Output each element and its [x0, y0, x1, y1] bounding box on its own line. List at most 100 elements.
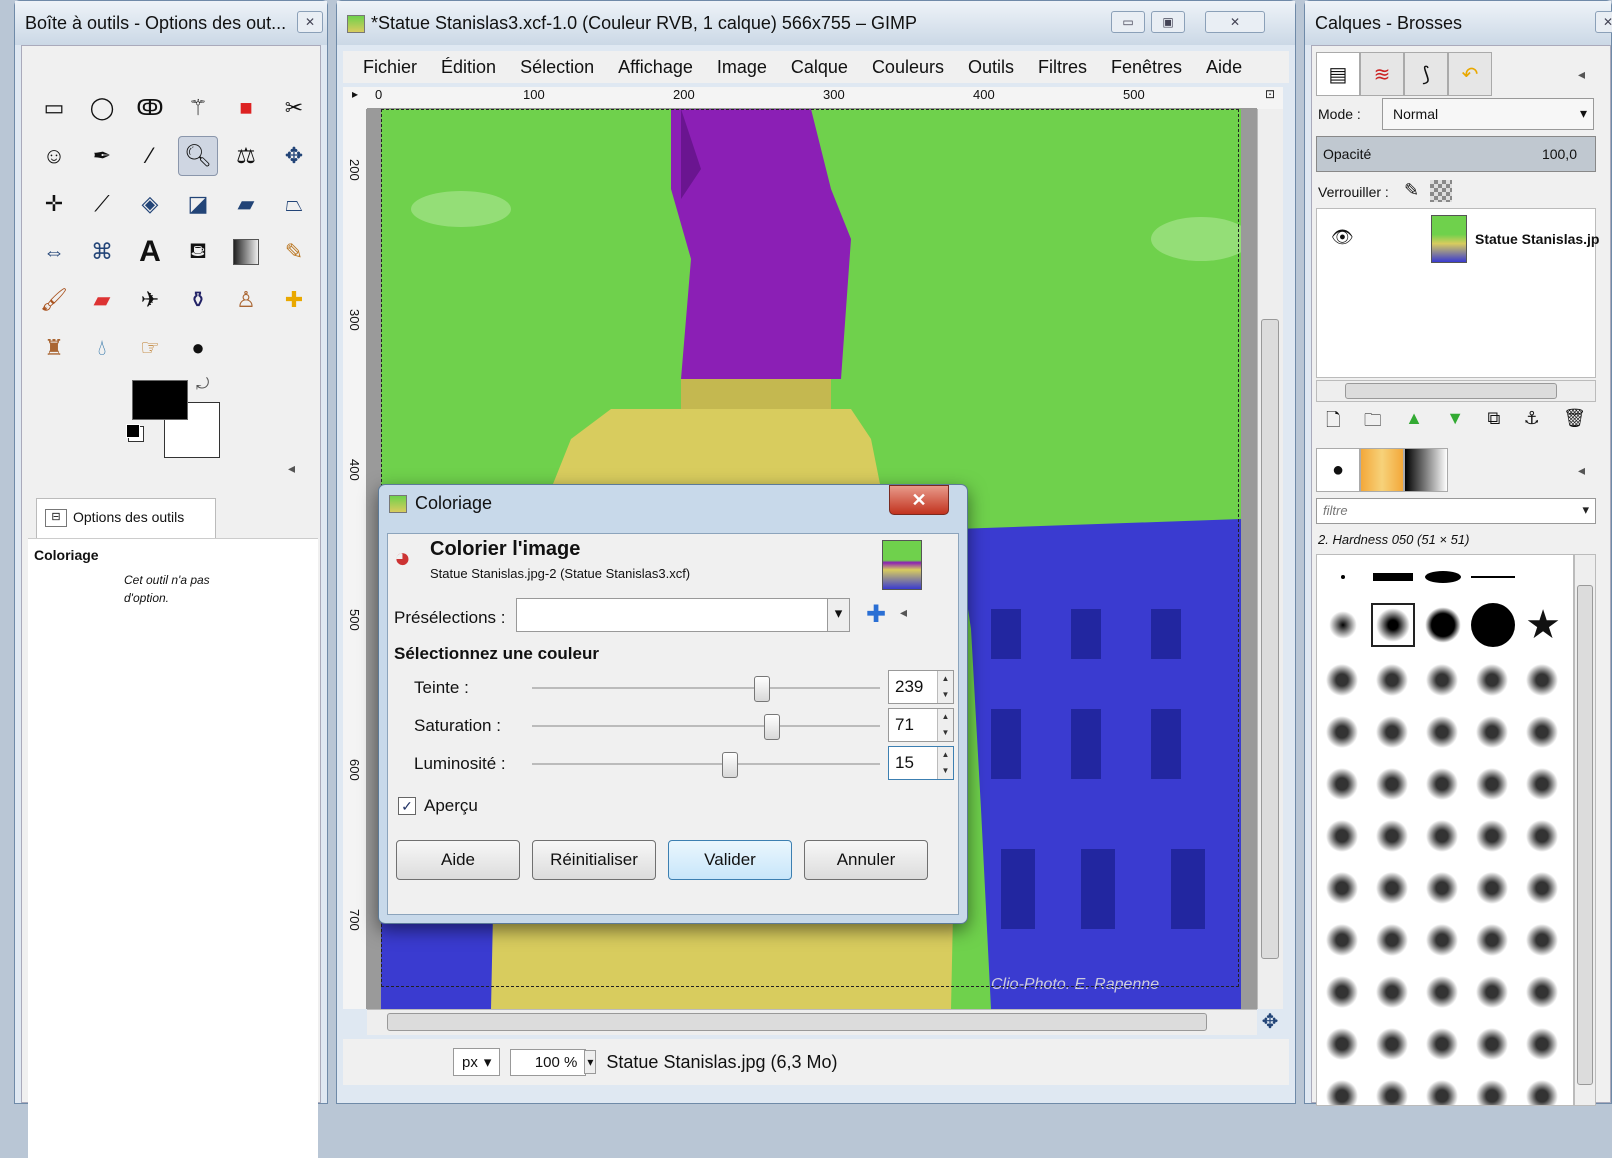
- navigate-icon[interactable]: ✥: [1257, 1009, 1283, 1035]
- paths-tab-icon[interactable]: ⟆: [1404, 52, 1448, 96]
- zoom-selector[interactable]: 100 %: [510, 1048, 587, 1076]
- dialog-close-icon[interactable]: ✕: [889, 485, 949, 515]
- channels-tab-icon[interactable]: ≋: [1360, 52, 1404, 96]
- brush-item[interactable]: [1321, 603, 1365, 647]
- layer-row[interactable]: 👁︎ Statue Stanislas.jp: [1317, 209, 1599, 269]
- menu-outils[interactable]: Outils: [956, 55, 1026, 83]
- opacity-slider[interactable]: Opacité 100,0: [1316, 136, 1596, 172]
- color-select-icon[interactable]: ■: [226, 88, 266, 128]
- star-brush-icon[interactable]: ★: [1521, 603, 1565, 647]
- maximize-icon[interactable]: ▣: [1151, 11, 1185, 33]
- align-icon[interactable]: ✛: [34, 184, 74, 224]
- blend-icon[interactable]: [226, 232, 266, 272]
- hue-slider-thumb[interactable]: [753, 676, 770, 702]
- lightness-slider-track[interactable]: [532, 763, 880, 765]
- fuzzy-select-icon[interactable]: ⚚: [178, 88, 218, 128]
- lock-pixels-icon[interactable]: ✎: [1404, 180, 1419, 201]
- cage-icon[interactable]: ⌘: [82, 232, 122, 272]
- menu-couleurs[interactable]: Couleurs: [860, 55, 956, 83]
- saturation-slider-thumb[interactable]: [764, 714, 781, 740]
- undo-history-tab-icon[interactable]: ↶: [1448, 52, 1492, 96]
- free-select-icon[interactable]: ↂ: [130, 88, 170, 128]
- menu-selection[interactable]: Sélection: [508, 55, 606, 83]
- menu-affichage[interactable]: Affichage: [606, 55, 705, 83]
- mode-dropdown[interactable]: Normal ▾: [1382, 98, 1594, 130]
- preview-checkbox[interactable]: ✓: [398, 797, 416, 815]
- menu-fichier[interactable]: Fichier: [351, 55, 429, 83]
- brush-texture-grid[interactable]: [1317, 655, 1573, 1105]
- spin-arrows-icon[interactable]: ▲ ▼: [937, 747, 953, 779]
- rect-select-icon[interactable]: ▭: [34, 88, 74, 128]
- brush-item-selected[interactable]: [1371, 603, 1415, 647]
- brush-item[interactable]: [1371, 555, 1415, 599]
- horizontal-scroll-thumb[interactable]: [387, 1013, 1207, 1031]
- rotate-icon[interactable]: ◈: [130, 184, 170, 224]
- horizontal-scrollbar[interactable]: [367, 1009, 1257, 1035]
- configure-layers-tab-icon[interactable]: ◂: [1578, 66, 1585, 83]
- lightness-slider-thumb[interactable]: [722, 752, 739, 778]
- menu-aide[interactable]: Aide: [1194, 55, 1254, 83]
- swap-colors-icon[interactable]: ⤾: [196, 376, 209, 394]
- saturation-slider-track[interactable]: [532, 725, 880, 727]
- brush-item[interactable]: [1321, 555, 1365, 599]
- menu-fenetres[interactable]: Fenêtres: [1099, 55, 1194, 83]
- lightness-spin[interactable]: 15 ▲ ▼: [888, 746, 954, 780]
- eye-icon[interactable]: 👁︎: [1331, 227, 1354, 248]
- lower-layer-icon[interactable]: ▼: [1446, 408, 1464, 436]
- chevron-down-icon[interactable]: ▾: [827, 599, 849, 631]
- perspective-icon[interactable]: ⏢: [274, 184, 314, 224]
- unit-selector[interactable]: px ▾: [453, 1048, 501, 1076]
- foreground-select-icon[interactable]: ☺: [34, 136, 74, 176]
- delete-layer-icon[interactable]: 🗑︎: [1563, 408, 1586, 436]
- close-window-icon[interactable]: ✕: [1205, 11, 1265, 33]
- default-colors-icon[interactable]: [126, 424, 140, 438]
- presets-menu-icon[interactable]: ◂: [900, 604, 907, 621]
- new-layer-icon[interactable]: 🗋︎: [1326, 408, 1340, 436]
- gradients-tab-icon[interactable]: [1404, 448, 1448, 492]
- hue-slider-track[interactable]: [532, 687, 880, 689]
- cancel-button[interactable]: Annuler: [804, 840, 928, 880]
- clone-icon[interactable]: ♙: [226, 280, 266, 320]
- menu-edition[interactable]: Édition: [429, 55, 508, 83]
- dock-close-icon[interactable]: ✕: [1595, 11, 1612, 33]
- preview-checkbox-row[interactable]: ✓ Aperçu: [398, 796, 478, 816]
- help-button[interactable]: Aide: [396, 840, 520, 880]
- toolbox-close-icon[interactable]: ✕: [297, 11, 323, 33]
- reset-button[interactable]: Réinitialiser: [532, 840, 656, 880]
- heal-icon[interactable]: ✚: [274, 280, 314, 320]
- quick-mask-icon[interactable]: ▸: [343, 87, 367, 109]
- ellipse-select-icon[interactable]: ◯: [82, 88, 122, 128]
- vertical-scrollbar[interactable]: [1257, 109, 1283, 1009]
- perspective-clone-icon[interactable]: ♜: [34, 328, 74, 368]
- presets-combo[interactable]: ▾: [516, 598, 850, 632]
- minimize-icon[interactable]: ▭: [1111, 11, 1145, 33]
- scale-icon[interactable]: ◪: [178, 184, 218, 224]
- lock-alpha-icon[interactable]: [1430, 180, 1452, 202]
- bucket-fill-icon[interactable]: ⛾: [178, 232, 218, 272]
- airbrush-icon[interactable]: ✈︎: [130, 280, 170, 320]
- brush-item[interactable]: [1471, 603, 1515, 647]
- move-icon[interactable]: ✥: [274, 136, 314, 176]
- tab-tool-options[interactable]: ⊟ Options des outils: [36, 498, 216, 538]
- zoom-icon[interactable]: 🔍︎: [178, 136, 218, 176]
- pencil-icon[interactable]: ✎: [274, 232, 314, 272]
- paths-icon[interactable]: ✒: [82, 136, 122, 176]
- layers-tab-icon[interactable]: ▤: [1316, 52, 1360, 96]
- eraser-icon[interactable]: ▰: [82, 280, 122, 320]
- layers-hscroll-thumb[interactable]: [1345, 383, 1557, 399]
- duplicate-layer-icon[interactable]: ⧉: [1487, 408, 1500, 436]
- menu-filtres[interactable]: Filtres: [1026, 55, 1099, 83]
- configure-tab-icon[interactable]: ◂: [288, 460, 295, 477]
- scissors-icon[interactable]: ✂: [274, 88, 314, 128]
- add-preset-icon[interactable]: ✚: [866, 600, 886, 629]
- foreground-color-swatch[interactable]: [132, 380, 188, 420]
- raise-layer-icon[interactable]: ▲: [1405, 408, 1423, 436]
- spin-arrows-icon[interactable]: ▲ ▼: [937, 671, 953, 703]
- new-layer-group-icon[interactable]: 🗀︎: [1364, 408, 1382, 436]
- dodge-burn-icon[interactable]: ●: [178, 328, 218, 368]
- vertical-scroll-thumb[interactable]: [1261, 319, 1279, 959]
- text-icon[interactable]: A: [130, 232, 170, 272]
- saturation-spin[interactable]: 71 ▲ ▼: [888, 708, 954, 742]
- brush-filter-input[interactable]: filtre ▾: [1316, 498, 1596, 524]
- patterns-tab-icon[interactable]: [1360, 448, 1404, 492]
